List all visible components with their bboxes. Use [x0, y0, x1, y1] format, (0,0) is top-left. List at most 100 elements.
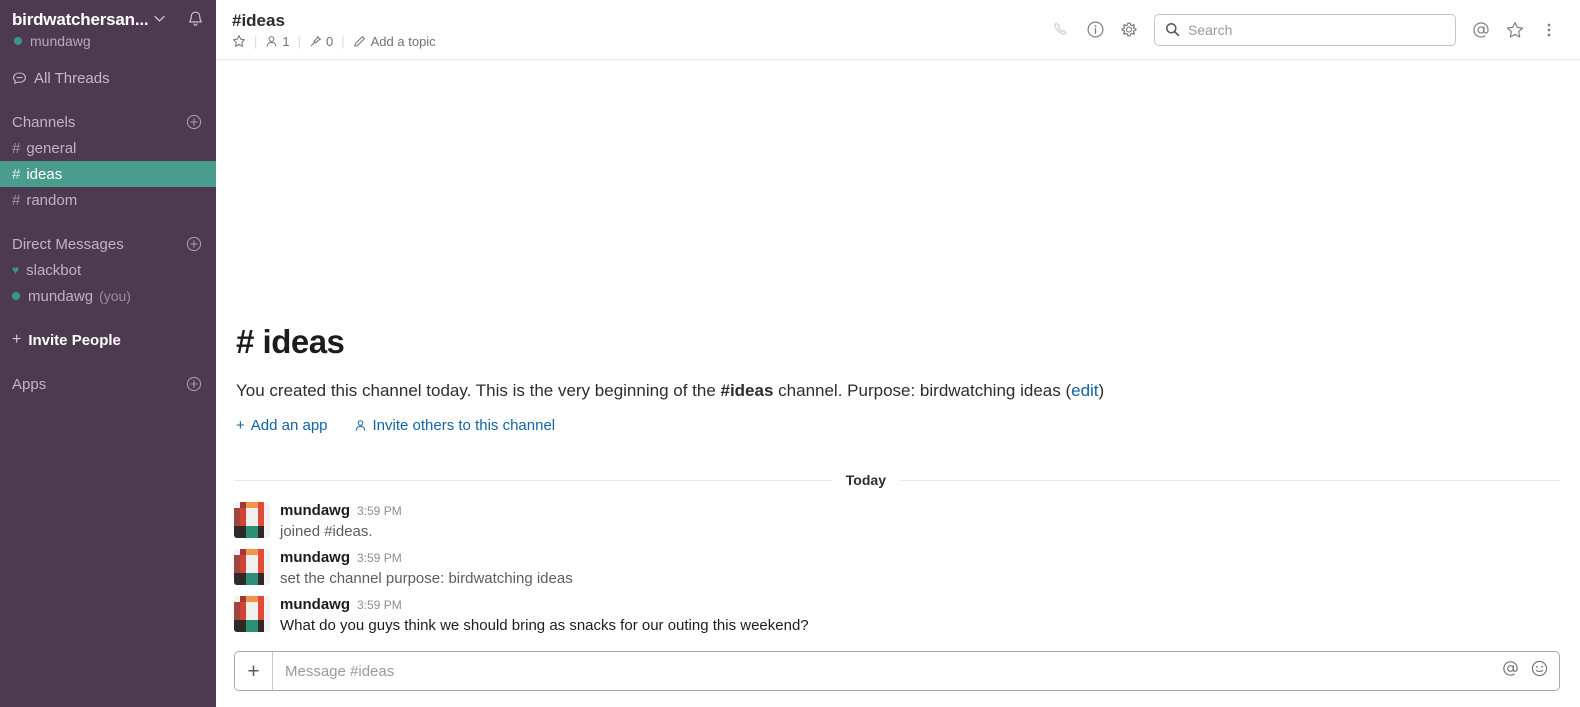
members-count: 1	[282, 33, 290, 49]
channel-label: random	[26, 191, 78, 209]
starred-items-icon[interactable]	[1498, 13, 1532, 47]
dm-section-header: Direct Messages	[0, 231, 216, 257]
day-divider: Today	[234, 472, 1560, 488]
channel-title[interactable]: #ideas	[232, 11, 1044, 31]
main-panel: #ideas | 1 | 0 | Add a topic Search # id…	[216, 0, 1580, 707]
pencil-icon	[353, 35, 365, 47]
intro-text-part3: )	[1098, 381, 1105, 400]
sidebar-item-channel-random[interactable]: # random	[0, 187, 216, 213]
avatar[interactable]	[234, 502, 270, 538]
apps-section-title: Apps	[12, 375, 47, 393]
channel-meta-bar: | 1 | 0 | Add a topic	[232, 34, 1044, 49]
pin-count: 0	[326, 33, 334, 49]
message-body: mundawg 3:59 PM joined #ideas.	[280, 502, 1560, 542]
composer-container: + Message #ideas	[216, 641, 1580, 707]
gear-icon[interactable]	[1112, 13, 1146, 47]
message-input[interactable]: Message #ideas	[273, 652, 1501, 690]
hash-icon: #	[12, 165, 21, 183]
threads-icon	[12, 71, 27, 86]
intro-channel-ref: #ideas	[720, 381, 774, 400]
presence-dot-icon	[12, 292, 20, 300]
avatar[interactable]	[234, 549, 270, 585]
plus-icon: +	[247, 659, 260, 683]
star-outline-icon[interactable]	[232, 34, 246, 48]
message-header: mundawg 3:59 PM	[280, 549, 1560, 567]
sidebar-item-all-threads[interactable]: All Threads	[0, 65, 216, 91]
channel-intro-text: You created this channel today. This is …	[236, 379, 1560, 403]
invite-others-button[interactable]: Invite others to this channel	[354, 417, 556, 434]
info-circle-icon[interactable]	[1078, 13, 1112, 47]
message-timestamp: 3:59 PM	[357, 598, 402, 612]
slack-app-window: birdwatchersan... mundawg All Threads Ch…	[0, 0, 1580, 707]
at-icon[interactable]	[1501, 659, 1520, 683]
heart-icon: ♥	[12, 263, 20, 277]
search-placeholder: Search	[1188, 21, 1233, 38]
phone-icon[interactable]	[1044, 13, 1078, 47]
message-timestamp: 3:59 PM	[357, 504, 402, 518]
meta-separator: |	[254, 33, 258, 49]
hash-icon: #	[12, 191, 21, 209]
bell-icon[interactable]	[187, 10, 204, 28]
invite-others-label: Invite others to this channel	[372, 417, 556, 434]
channel-pins[interactable]: 0	[309, 34, 333, 49]
sidebar-item-dm-slackbot[interactable]: ♥ slackbot	[0, 257, 216, 283]
message-item: mundawg 3:59 PM joined #ideas.	[234, 498, 1560, 545]
meta-separator: |	[297, 33, 302, 49]
message-author[interactable]: mundawg	[280, 549, 350, 567]
sidebar-item-channel-general[interactable]: # general	[0, 135, 216, 161]
plus-circle-icon[interactable]	[186, 376, 202, 392]
person-icon	[267, 35, 277, 47]
meta-separator: |	[341, 33, 345, 49]
channel-header-info: #ideas | 1 | 0 | Add a topic	[232, 11, 1044, 49]
sidebar-item-dm-mundawg[interactable]: mundawg (you)	[0, 283, 216, 309]
intro-text-part2: channel. Purpose: birdwatching ideas (	[773, 381, 1072, 400]
apps-section-header: Apps	[0, 371, 216, 397]
message-author[interactable]: mundawg	[280, 502, 350, 520]
dm-section-title: Direct Messages	[12, 235, 124, 253]
dm-you-suffix: (you)	[99, 288, 131, 304]
team-name[interactable]: birdwatchersan...	[12, 10, 148, 30]
invite-people-button[interactable]: + Invite People	[0, 327, 216, 353]
add-an-app-button[interactable]: + Add an app	[236, 417, 328, 434]
plus-circle-icon[interactable]	[186, 114, 202, 130]
at-icon[interactable]	[1464, 13, 1498, 47]
pin-icon	[310, 35, 321, 46]
team-header[interactable]: birdwatchersan...	[0, 0, 216, 30]
divider-line-left	[234, 479, 832, 481]
message-input-placeholder: Message #ideas	[285, 662, 395, 680]
message-item: mundawg 3:59 PM set the channel purpose:…	[234, 545, 1560, 592]
channel-label: ideas	[26, 165, 63, 183]
message-text: set the channel purpose: birdwatching id…	[280, 570, 573, 587]
message-header: mundawg 3:59 PM	[280, 502, 1560, 520]
plus-icon: +	[236, 417, 245, 434]
presence-dot-icon	[14, 37, 22, 45]
divider-label: Today	[845, 472, 886, 488]
current-user-row[interactable]: mundawg	[0, 30, 216, 49]
add-topic-button[interactable]: Add a topic	[353, 34, 436, 49]
channel-topbar: #ideas | 1 | 0 | Add a topic Search	[216, 0, 1580, 60]
hash-icon: #	[12, 139, 21, 157]
channel-members[interactable]: 1	[265, 33, 290, 49]
edit-purpose-link[interactable]: edit	[1071, 381, 1098, 400]
sidebar-item-channel-ideas[interactable]: # ideas	[0, 161, 216, 187]
message-composer[interactable]: + Message #ideas	[234, 651, 1560, 691]
emoji-smiley-icon[interactable]	[1530, 659, 1549, 683]
message-author[interactable]: mundawg	[280, 596, 350, 614]
plus-circle-icon[interactable]	[186, 236, 202, 252]
message-timestamp: 3:59 PM	[357, 551, 402, 565]
message-body: mundawg 3:59 PM set the channel purpose:…	[280, 549, 1560, 589]
channels-section-title: Channels	[12, 113, 76, 131]
avatar[interactable]	[234, 596, 270, 632]
attach-plus-button[interactable]: +	[235, 652, 273, 690]
divider-line-right	[900, 479, 1560, 481]
chevron-down-icon[interactable]	[154, 15, 166, 26]
dm-label: mundawg	[28, 287, 94, 305]
kebab-menu-icon[interactable]	[1532, 13, 1566, 47]
composer-actions	[1501, 652, 1559, 690]
topbar-actions: Search	[1044, 13, 1566, 47]
message-header: mundawg 3:59 PM	[280, 596, 1560, 614]
search-input[interactable]: Search	[1154, 13, 1456, 46]
person-add-icon	[354, 419, 367, 432]
channel-label: general	[26, 139, 77, 157]
sidebar: birdwatchersan... mundawg All Threads Ch…	[0, 0, 216, 707]
